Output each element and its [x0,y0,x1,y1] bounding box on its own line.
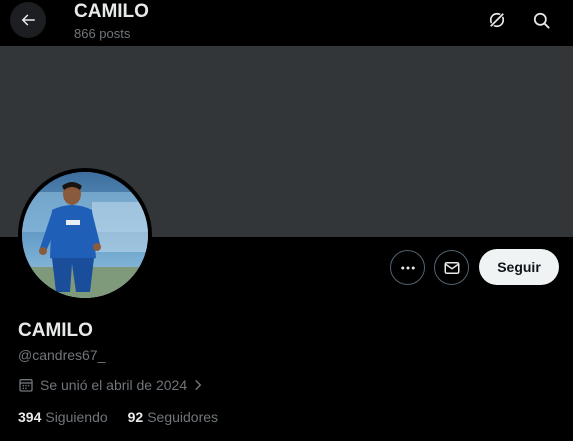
header-title: CAMILO [74,1,149,22]
profile-stats: 394 Siguiendo 92 Seguidores [18,409,218,425]
more-options-button[interactable] [390,250,425,285]
envelope-icon [444,261,459,274]
search-icon [533,12,550,29]
search-button[interactable] [526,5,556,35]
following-label: Siguiendo [45,409,108,425]
more-icon [400,266,415,269]
back-button[interactable] [10,2,46,38]
posts-count: 866 posts [74,26,131,41]
arrow-left-icon [21,14,35,26]
chevron-right-icon [195,379,202,391]
followers-count: 92 [127,409,144,425]
top-bar: CAMILO 866 posts [0,0,573,46]
avatar-frame[interactable] [18,168,152,302]
profile-name: CAMILO [18,320,93,341]
joined-date[interactable]: Se unió el abril de 2024 [18,377,211,393]
message-button[interactable] [434,250,469,285]
profile-page: CAMILO 866 posts Seguir CAMILO @candres6… [0,0,573,441]
follow-button[interactable]: Seguir [479,249,559,285]
following-link[interactable]: 394 Siguiendo [18,409,108,425]
profile-handle: @candres67_ [18,347,106,363]
followers-label: Seguidores [147,409,219,425]
grok-button[interactable] [482,5,512,35]
calendar-icon [19,379,33,392]
following-count: 394 [18,409,42,425]
followers-link[interactable]: 92 Seguidores [128,409,218,425]
header-text: CAMILO 866 posts [74,0,149,43]
avatar[interactable] [22,172,148,298]
grok-icon [489,12,505,28]
joined-text: Se unió el abril de 2024 [40,377,188,393]
avatar-image [22,172,148,298]
